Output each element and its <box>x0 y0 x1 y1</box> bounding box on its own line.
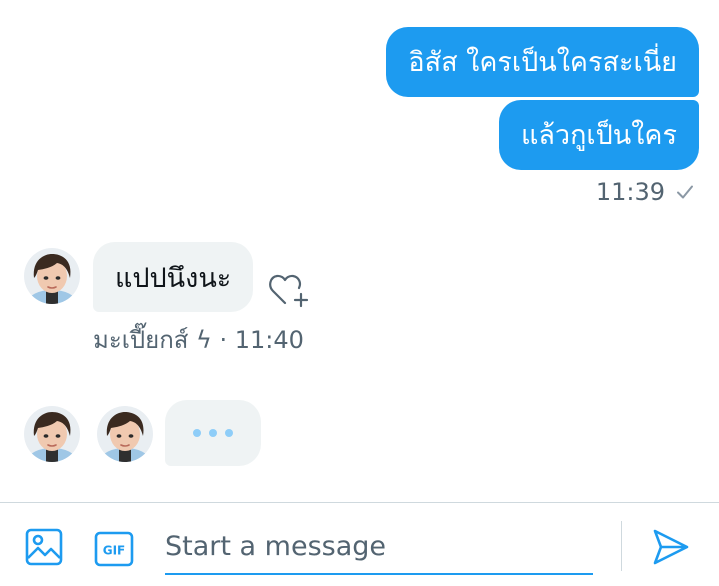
typing-dot <box>209 429 217 437</box>
gif-label: GIF <box>103 544 126 558</box>
heart-plus-icon[interactable] <box>268 270 310 310</box>
avatar[interactable] <box>24 248 80 304</box>
message-input[interactable] <box>165 519 593 573</box>
check-icon <box>677 185 693 199</box>
typing-dot <box>225 429 233 437</box>
sent-message-text: อิสัส ใครเป็นใครสะเนี่ย <box>408 46 677 78</box>
message-composer: GIF <box>0 502 719 586</box>
avatar[interactable] <box>97 406 153 462</box>
sent-timestamp: 11:39 <box>595 178 665 206</box>
divider <box>621 521 622 571</box>
gif-icon[interactable]: GIF <box>94 529 134 569</box>
typing-dot <box>193 429 201 437</box>
message-input-wrapper <box>165 519 593 575</box>
send-icon[interactable] <box>650 527 690 567</box>
received-message-meta: มะเปี๊ยกส์ ϟ · 11:40 <box>93 326 304 354</box>
avatar[interactable] <box>24 406 80 462</box>
sent-message-bubble[interactable]: อิสัส ใครเป็นใครสะเนี่ย <box>386 27 699 97</box>
sent-message-text: แล้วกูเป็นใคร <box>520 119 677 151</box>
typing-indicator <box>165 400 261 466</box>
sent-message-bubble[interactable]: แล้วกูเป็นใคร <box>498 100 699 170</box>
received-message-text: แปปนึงนะ <box>115 262 232 294</box>
sent-message-meta: 11:39 <box>596 178 695 206</box>
image-icon[interactable] <box>24 527 64 567</box>
received-message-bubble[interactable]: แปปนึงนะ <box>93 242 254 312</box>
